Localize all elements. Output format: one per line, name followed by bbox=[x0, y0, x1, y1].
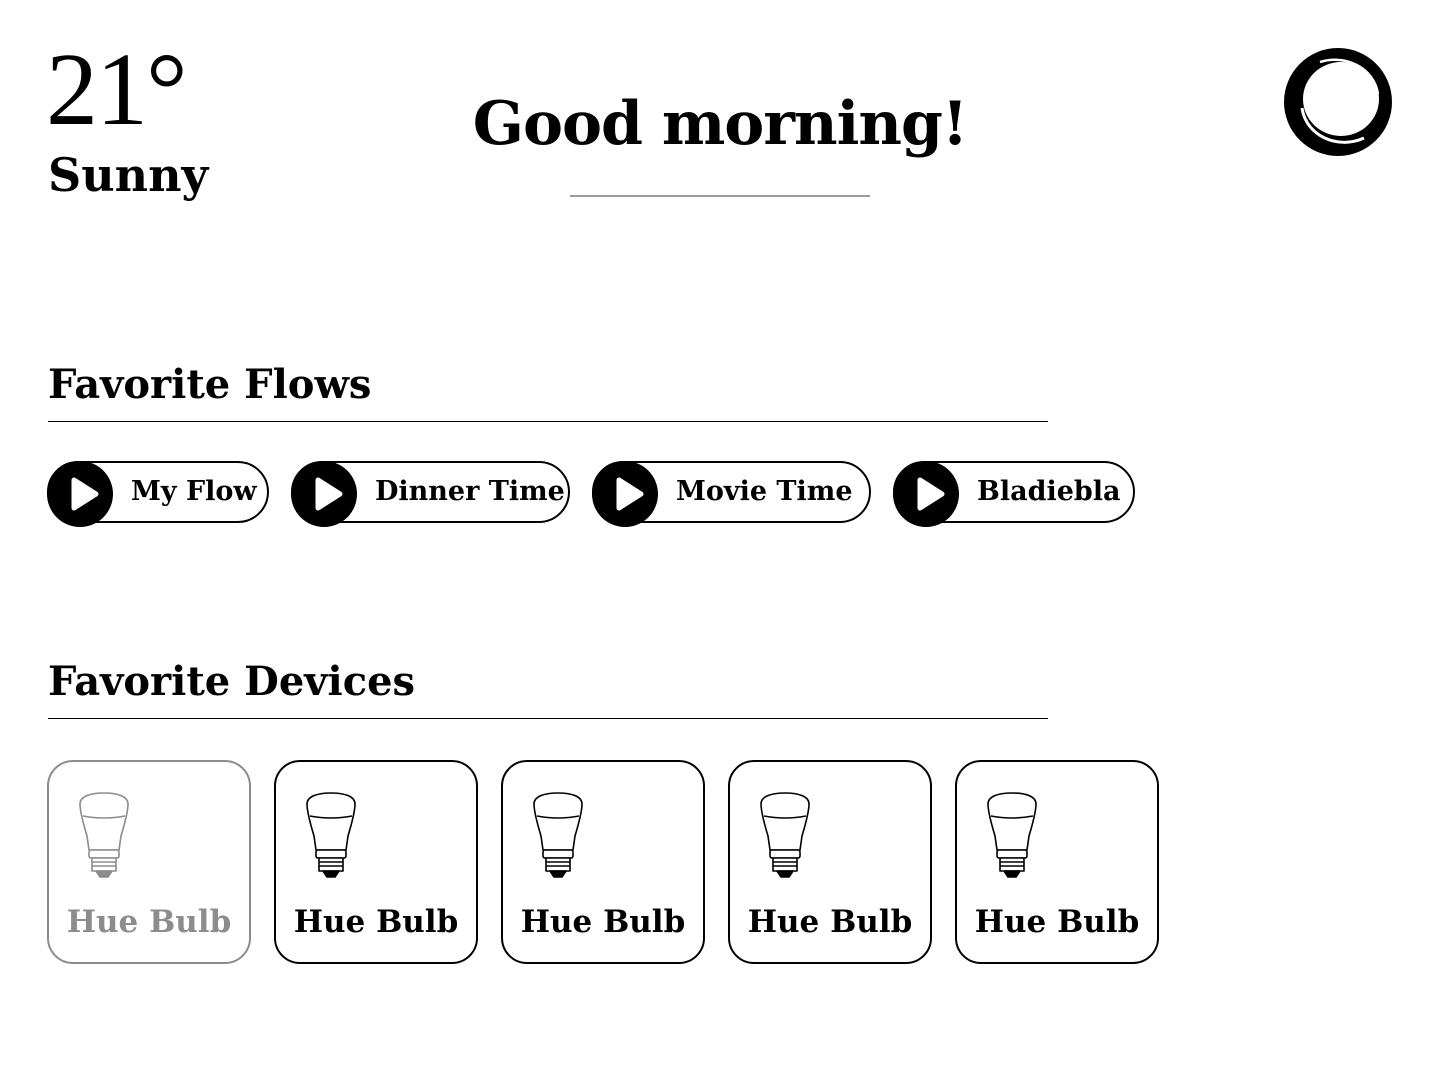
device-label: Hue Bulb bbox=[747, 904, 913, 940]
device-tile-hue-bulb[interactable]: Hue Bulb bbox=[501, 760, 705, 964]
favorite-flows-heading: Favorite Flows bbox=[48, 361, 372, 408]
light-bulb-icon bbox=[760, 792, 810, 878]
play-icon bbox=[893, 461, 959, 527]
flow-label: Dinner Time bbox=[375, 476, 565, 507]
device-label: Hue Bulb bbox=[520, 904, 686, 940]
flow-button-movie-time[interactable]: Movie Time bbox=[592, 461, 871, 527]
device-label: Hue Bulb bbox=[293, 904, 459, 940]
flow-button-my-flow[interactable]: My Flow bbox=[47, 461, 269, 527]
flow-label: Movie Time bbox=[676, 476, 853, 507]
device-tile-hue-bulb[interactable]: Hue Bulb bbox=[728, 760, 932, 964]
device-tile-hue-bulb[interactable]: Hue Bulb bbox=[274, 760, 478, 964]
favorite-devices-divider bbox=[48, 718, 1048, 719]
device-tile-hue-bulb[interactable]: Hue Bulb bbox=[955, 760, 1159, 964]
greeting-divider bbox=[570, 195, 870, 197]
favorite-flows-divider bbox=[48, 421, 1048, 422]
play-icon bbox=[592, 461, 658, 527]
light-bulb-icon bbox=[79, 792, 129, 878]
light-bulb-icon bbox=[987, 792, 1037, 878]
favorite-devices-heading: Favorite Devices bbox=[48, 658, 416, 705]
light-bulb-icon bbox=[533, 792, 583, 878]
homey-logo-icon[interactable] bbox=[1282, 46, 1394, 158]
flow-label: Bladiebla bbox=[977, 476, 1121, 507]
device-label: Hue Bulb bbox=[66, 904, 232, 940]
flow-button-bladiebla[interactable]: Bladiebla bbox=[893, 461, 1135, 527]
play-icon bbox=[47, 461, 113, 527]
flow-label: My Flow bbox=[131, 476, 257, 507]
device-label: Hue Bulb bbox=[974, 904, 1140, 940]
flow-button-dinner-time[interactable]: Dinner Time bbox=[291, 461, 570, 527]
greeting-title: Good morning! bbox=[472, 89, 969, 159]
light-bulb-icon bbox=[306, 792, 356, 878]
play-icon bbox=[291, 461, 357, 527]
device-tile-hue-bulb[interactable]: Hue Bulb bbox=[47, 760, 251, 964]
